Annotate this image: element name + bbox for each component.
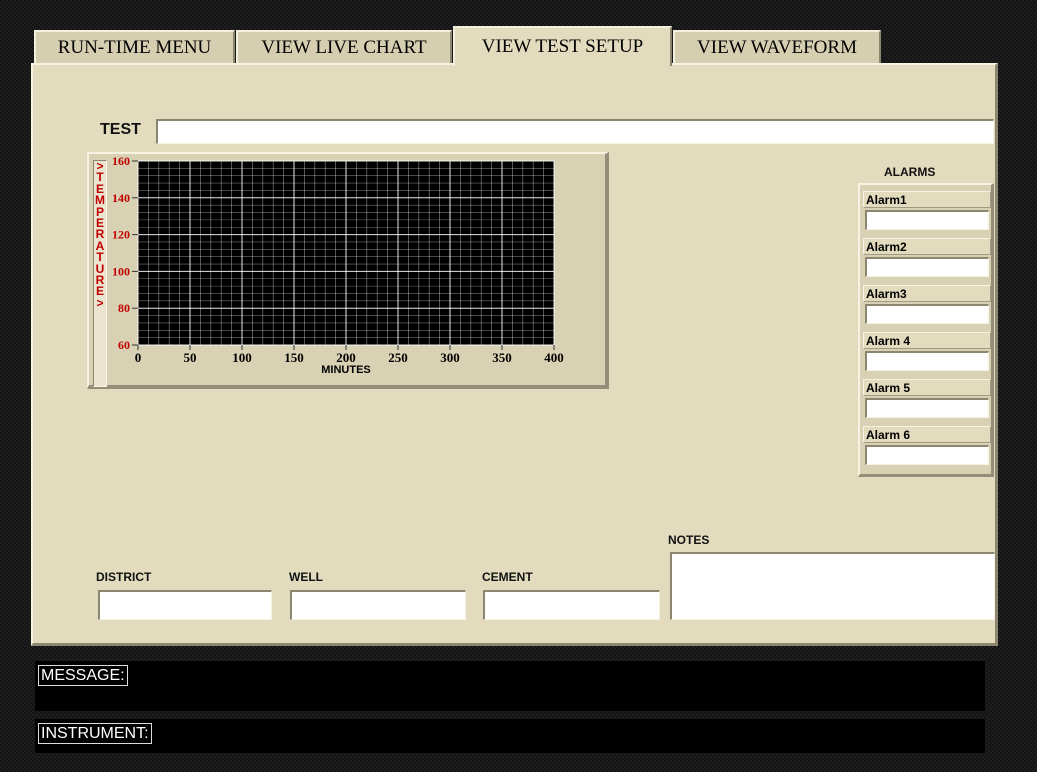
- y-axis-label-char: >: [96, 295, 104, 310]
- x-tick-label: 0: [135, 350, 142, 365]
- y-tick-label: 140: [112, 191, 130, 205]
- alarm-label: Alarm1: [863, 191, 991, 208]
- y-tick-label: 100: [112, 264, 130, 278]
- tab-view-waveform[interactable]: VIEW WAVEFORM: [673, 30, 881, 64]
- y-tick-label: 80: [118, 301, 130, 315]
- chart-y-axis-label: > T E M P E R A T U R E >: [93, 160, 107, 387]
- message-label: MESSAGE:: [38, 665, 128, 686]
- alarms-title: ALARMS: [884, 165, 936, 179]
- alarm-label: Alarm 4: [863, 332, 991, 349]
- tab-view-live-chart[interactable]: VIEW LIVE CHART: [236, 30, 452, 64]
- y-tick-label: 60: [118, 338, 130, 352]
- x-axis-label: MINUTES: [321, 364, 371, 376]
- test-setup-panel: TEST > T E M P E R A T U R E > 160 140 120 100 80 60 0 50 10…: [31, 63, 998, 646]
- temperature-chart: > T E M P E R A T U R E > 160 140 120 100 80 60 0 50 100 150 2…: [87, 152, 609, 389]
- tab-run-time-menu[interactable]: RUN-TIME MENU: [34, 30, 235, 64]
- alarm-field[interactable]: [865, 304, 989, 324]
- test-label: TEST: [100, 121, 141, 138]
- x-tick-label: 400: [544, 350, 564, 365]
- alarm-field[interactable]: [865, 210, 989, 230]
- x-tick-label: 350: [492, 350, 512, 365]
- y-tick-label: 160: [112, 154, 130, 168]
- district-field[interactable]: [98, 590, 272, 620]
- alarm-field[interactable]: [865, 445, 989, 465]
- alarm-label: Alarm 5: [863, 379, 991, 396]
- well-field[interactable]: [290, 590, 466, 620]
- alarm-label: Alarm3: [863, 285, 991, 302]
- alarms-panel: Alarm1 Alarm2 Alarm3 Alarm 4 Alarm 5 Alarm 6: [858, 183, 994, 477]
- alarm-label: Alarm 6: [863, 426, 991, 443]
- alarm-label: Alarm2: [863, 238, 991, 255]
- cement-label: CEMENT: [482, 570, 533, 584]
- instrument-bar: INSTRUMENT:: [35, 719, 985, 753]
- x-tick-label: 250: [388, 350, 408, 365]
- test-field[interactable]: [156, 119, 994, 144]
- cement-field[interactable]: [483, 590, 660, 620]
- x-tick-label: 150: [284, 350, 304, 365]
- alarm-field[interactable]: [865, 257, 989, 277]
- chart-plot-svg: 160 140 120 100 80 60 0 50 100 150 200 250 300 350 400…: [112, 154, 564, 376]
- notes-field[interactable]: [670, 552, 995, 620]
- message-bar: MESSAGE:: [35, 661, 985, 711]
- district-label: DISTRICT: [96, 570, 152, 584]
- x-tick-label: 200: [336, 350, 356, 365]
- x-tick-label: 50: [184, 350, 197, 365]
- notes-label: NOTES: [668, 533, 710, 547]
- instrument-label: INSTRUMENT:: [38, 723, 152, 744]
- y-tick-label: 120: [112, 228, 130, 242]
- x-tick-label: 100: [232, 350, 252, 365]
- alarm-field[interactable]: [865, 351, 989, 371]
- alarm-field[interactable]: [865, 398, 989, 418]
- well-label: WELL: [289, 570, 323, 584]
- tab-view-test-setup[interactable]: VIEW TEST SETUP: [453, 26, 672, 66]
- x-tick-label: 300: [440, 350, 460, 365]
